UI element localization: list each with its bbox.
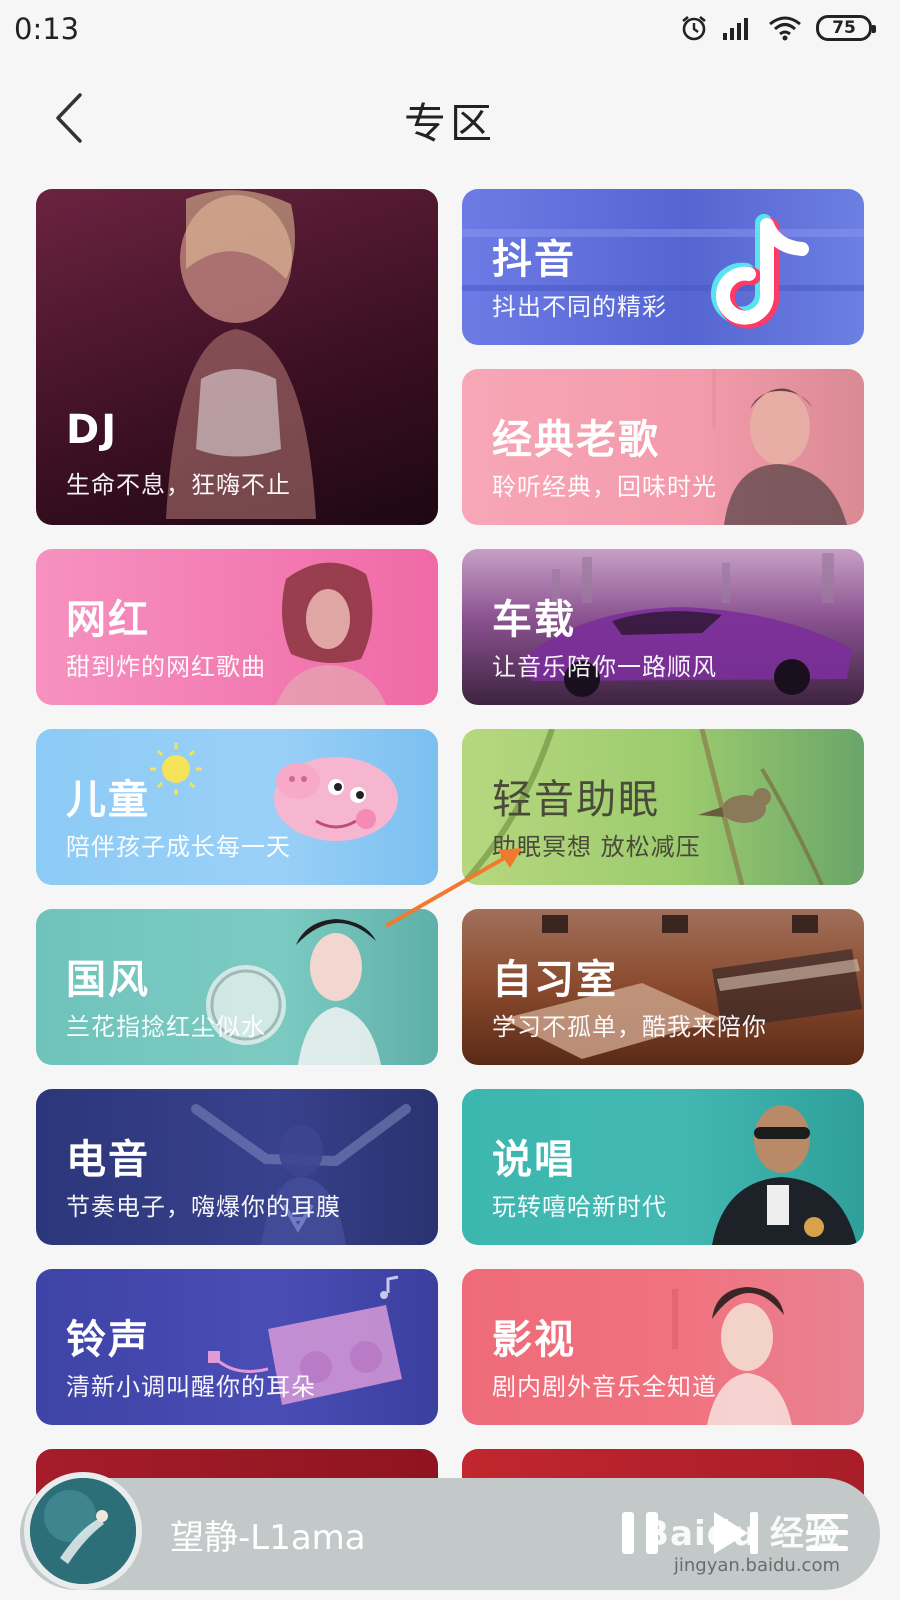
card-rap[interactable]: 说唱 玩转嘻哈新时代 <box>462 1089 864 1245</box>
card-title: 儿童 <box>66 777 150 823</box>
card-film[interactable]: 影视 剧内剧外音乐全知道 <box>462 1269 864 1425</box>
card-car[interactable]: 车载 让音乐陪你一路顺风 <box>462 549 864 705</box>
card-subtitle: 陪伴孩子成长每一天 <box>66 833 291 861</box>
watermark-brand: Baidu 经验 <box>643 1514 840 1554</box>
alarm-icon <box>682 15 706 41</box>
card-title: 影视 <box>492 1317 576 1363</box>
card-title: DJ <box>66 407 119 453</box>
card-subtitle: 甜到炸的网红歌曲 <box>66 653 266 681</box>
header: 专区 <box>0 70 900 166</box>
card-guofeng[interactable]: 国风 兰花指捻红尘似水 <box>36 909 438 1065</box>
card-dj[interactable]: DJ 生命不息，狂嗨不止 <box>36 189 438 525</box>
card-title: 轻音助眠 <box>492 777 660 823</box>
card-edm[interactable]: 电音 节奏电子，嗨爆你的耳膜 <box>36 1089 438 1245</box>
album-art-image <box>30 1478 136 1584</box>
status-icons: 75 <box>680 14 876 42</box>
now-playing-title: 望静-L1ama <box>170 1518 366 1558</box>
page-title: 专区 <box>403 99 496 148</box>
card-subtitle: 节奏电子，嗨爆你的耳膜 <box>66 1193 341 1221</box>
status-bar: 0:13 75 <box>0 0 900 64</box>
card-classic[interactable]: 经典老歌 聆听经典，回味时光 <box>462 369 864 525</box>
card-title: 铃声 <box>66 1317 150 1363</box>
card-subtitle: 生命不息，狂嗨不止 <box>66 471 291 499</box>
card-subtitle: 学习不孤单，酷我来陪你 <box>492 1013 767 1041</box>
card-title: 国风 <box>66 957 150 1003</box>
card-subtitle: 聆听经典，回味时光 <box>492 473 717 501</box>
card-subtitle: 玩转嘻哈新时代 <box>492 1193 667 1221</box>
card-subtitle: 兰花指捻红尘似水 <box>66 1013 266 1041</box>
card-subtitle: 让音乐陪你一路顺风 <box>492 653 717 681</box>
card-title: 车载 <box>492 597 576 643</box>
album-cover[interactable] <box>24 1472 142 1590</box>
sun-icon <box>150 743 202 795</box>
card-title: 网红 <box>66 597 150 643</box>
card-kids[interactable]: 儿童 陪伴孩子成长每一天 <box>36 729 438 885</box>
card-title: 自习室 <box>492 957 618 1003</box>
annotation-arrow <box>385 848 522 928</box>
card-title: 说唱 <box>492 1137 576 1183</box>
card-douyin[interactable]: 抖音 抖出不同的精彩 <box>462 189 864 345</box>
card-title: 经典老歌 <box>492 417 660 463</box>
mini-player[interactable]: 望静-L1ama Baidu 经验 jingyan.baidu.com <box>20 1472 880 1590</box>
card-title: 抖音 <box>492 237 576 283</box>
status-time: 0:13 <box>14 12 80 46</box>
watermark-url: jingyan.baidu.com <box>673 1555 840 1576</box>
card-ringtone[interactable]: 铃声 清新小调叫醒你的耳朵 <box>36 1269 438 1425</box>
card-wanghong[interactable]: 网红 甜到炸的网红歌曲 <box>36 549 438 705</box>
card-subtitle: 剧内剧外音乐全知道 <box>492 1373 717 1401</box>
wifi-icon <box>769 16 801 41</box>
signal-icon <box>723 18 748 40</box>
card-title: 电音 <box>66 1137 150 1183</box>
card-subtitle: 抖出不同的精彩 <box>492 293 667 321</box>
card-subtitle: 清新小调叫醒你的耳朵 <box>66 1373 316 1401</box>
watermark: Baidu 经验 jingyan.baidu.com <box>643 1506 840 1576</box>
battery-indicator: 75 <box>816 15 876 41</box>
